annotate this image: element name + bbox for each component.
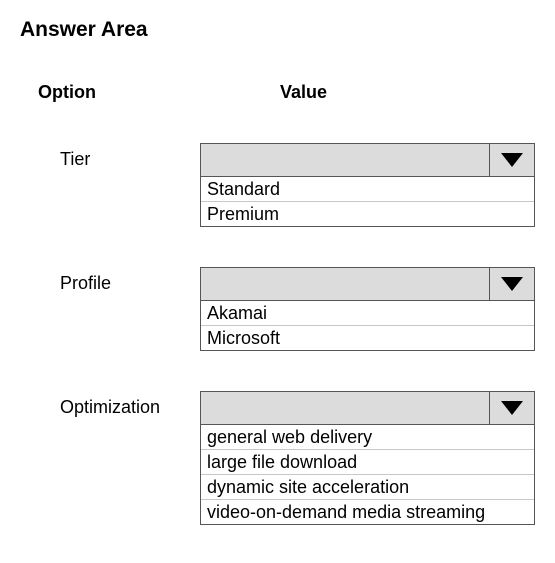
chevron-down-icon [501,153,523,167]
chevron-down-icon [501,277,523,291]
column-headers: Option Value [20,82,535,103]
chevron-down-icon [501,401,523,415]
optimization-option[interactable]: dynamic site acceleration [201,474,534,499]
optimization-option-list: general web delivery large file download… [200,425,535,525]
tier-option-list: Standard Premium [200,177,535,227]
header-value-col: Value [200,82,535,103]
profile-option-list: Akamai Microsoft [200,301,535,351]
tier-option[interactable]: Standard [201,177,534,201]
tier-dropdown-caret-cell [489,144,534,176]
optimization-option[interactable]: general web delivery [201,425,534,449]
row-tier: Tier Standard Premium [20,143,535,227]
dropdown-group-profile: Akamai Microsoft [200,267,535,351]
row-profile: Profile Akamai Microsoft [20,267,535,351]
optimization-dropdown[interactable] [200,391,535,425]
profile-option[interactable]: Akamai [201,301,534,325]
row-optimization: Optimization general web delivery large … [20,391,535,525]
header-option-col: Option [20,82,200,103]
page-title: Answer Area [20,18,535,42]
profile-option[interactable]: Microsoft [201,325,534,350]
optimization-dropdown-caret-cell [489,392,534,424]
label-tier: Tier [20,143,200,170]
label-profile: Profile [20,267,200,294]
optimization-dropdown-display [201,392,489,424]
answer-area: Answer Area Option Value Tier Standard P… [0,0,555,553]
label-optimization: Optimization [20,391,200,418]
dropdown-group-tier: Standard Premium [200,143,535,227]
optimization-option[interactable]: large file download [201,449,534,474]
profile-dropdown-display [201,268,489,300]
tier-option[interactable]: Premium [201,201,534,226]
dropdown-group-optimization: general web delivery large file download… [200,391,535,525]
tier-dropdown[interactable] [200,143,535,177]
optimization-option[interactable]: video-on-demand media streaming [201,499,534,524]
profile-dropdown-caret-cell [489,268,534,300]
tier-dropdown-display [201,144,489,176]
profile-dropdown[interactable] [200,267,535,301]
